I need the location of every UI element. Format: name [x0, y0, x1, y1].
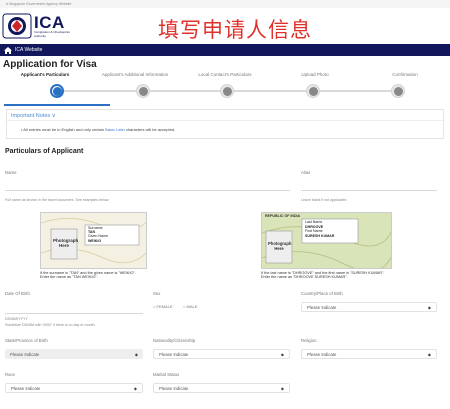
- notes-text-before: All entries must be in English and only …: [23, 127, 106, 132]
- caret-icon: ◆: [427, 304, 431, 310]
- marital-status-label: Marital Status: [153, 372, 180, 377]
- caret-icon: ◆: [280, 351, 284, 357]
- logo-subtitle: Immigration & Checkpoints Authority: [34, 30, 70, 38]
- overlay-title: 填写申请人信息: [158, 18, 312, 42]
- caret-icon: ◆: [133, 385, 137, 391]
- dob-input[interactable]: [5, 313, 143, 314]
- important-notes-toggle[interactable]: Important Notes ∨: [7, 110, 443, 121]
- passport-2-first-name: SURESH KUMAR: [305, 233, 335, 238]
- active-step-indicator: [4, 104, 110, 106]
- important-notes-title: Important Notes: [11, 113, 51, 119]
- chevron-down-icon: ∨: [51, 113, 56, 119]
- step-label-local-contact[interactable]: Local Contact's Particulars: [180, 72, 270, 77]
- progress-steps: Applicant's Particulars Applicant's Addi…: [0, 69, 450, 109]
- gov-agency-text: A Singapore Government Agency Website: [6, 2, 72, 6]
- sex-female-label: FEMALE: [156, 304, 173, 309]
- logo-text: ICA: [34, 13, 65, 32]
- passport-2-caption-line-2: Enter the name as "DHROOVE SURESH KUMAR"…: [261, 275, 348, 280]
- step-5-check-icon[interactable]: [391, 84, 405, 98]
- notes-text-after: characters will be accepted.: [124, 127, 176, 132]
- dob-label: Date Of Birth: [5, 291, 30, 296]
- caret-icon: ◆: [427, 351, 431, 357]
- caret-icon: ◆: [280, 385, 284, 391]
- page-title: Application for Visa: [3, 59, 97, 70]
- crest-icon: [2, 13, 32, 39]
- country-of-birth-value: Please Indicate: [307, 304, 337, 310]
- step-1-edit-icon[interactable]: [50, 84, 64, 98]
- religion-label: Religion: [301, 338, 317, 343]
- sex-female-radio[interactable]: ○ FEMALE: [153, 304, 173, 309]
- step-4-photo-icon[interactable]: [306, 84, 320, 98]
- passport-1-photo-text: Photograph Here: [53, 238, 79, 248]
- step-3-edit-icon[interactable]: [220, 84, 234, 98]
- step-label-additional-info[interactable]: Applicant's Additional Information: [90, 72, 180, 77]
- nav-ica-website-link[interactable]: ICA Website: [15, 47, 42, 53]
- nationality-select[interactable]: Please Indicate ◆: [153, 349, 290, 359]
- passport-1-caption: If the surname is "TAN" and the given na…: [40, 271, 136, 280]
- important-notes-panel: Important Notes ∨ • All entries must be …: [6, 109, 444, 139]
- country-of-birth-select[interactable]: Please Indicate ◆: [301, 302, 437, 312]
- race-value: Please Indicate: [11, 385, 41, 391]
- alias-hint: Leave blank if not applicable.: [301, 198, 348, 202]
- nav-bar: ICA Website: [0, 44, 450, 56]
- alias-input[interactable]: [301, 190, 437, 191]
- passport-example-1: Photograph Here Surname TAN Given Name W…: [40, 212, 147, 269]
- passport-1-field-label: Given Name: [88, 234, 108, 239]
- race-select[interactable]: Please Indicate ◆: [5, 383, 143, 393]
- passport-2-header: REPUBLIC OF INDIA: [265, 214, 301, 218]
- state-of-birth-label: State/Province of Birth: [5, 338, 48, 343]
- race-label: Race: [5, 372, 16, 377]
- sex-male-radio[interactable]: ○ MALE: [183, 304, 197, 309]
- step-label-upload-photo[interactable]: Upload Photo: [270, 72, 360, 77]
- passport-1-caption-line-2: Enter the name as "TAN WEIKIO".: [40, 275, 98, 280]
- country-of-birth-label: Country/Place of Birth: [301, 291, 343, 296]
- state-of-birth-value: Please Indicate: [10, 351, 40, 357]
- name-hint: Full name as shown in the travel documen…: [5, 198, 110, 202]
- passport-example-2: REPUBLIC OF INDIA Photograph Here Last N…: [261, 212, 392, 269]
- alias-label: Alias: [301, 170, 311, 175]
- state-of-birth-select[interactable]: Please Indicate ◆: [5, 349, 143, 359]
- nationality-label: Nationality/Citizenship: [153, 338, 196, 343]
- passport-1-given-name: WEIKIO: [88, 238, 102, 243]
- marital-status-select[interactable]: Please Indicate ◆: [153, 383, 290, 393]
- site-header: ICA Immigration & Checkpoints Authority …: [0, 8, 450, 44]
- passport-2-photo-text: Photograph Here: [268, 241, 292, 251]
- step-label-applicant-particulars[interactable]: Applicant's Particulars: [0, 72, 90, 77]
- step-label-confirmation[interactable]: Confirmation: [360, 72, 450, 77]
- dob-placeholder: DD/MM/YYYY: [5, 317, 28, 321]
- passport-2-caption: If the last name is "DHROOVE" and the fi…: [261, 271, 384, 280]
- religion-select[interactable]: Please Indicate ◆: [301, 349, 437, 359]
- name-input[interactable]: [5, 190, 290, 191]
- marital-status-value: Please Indicate: [159, 385, 189, 391]
- ica-logo[interactable]: ICA Immigration & Checkpoints Authority: [2, 13, 80, 39]
- important-notes-body: • All entries must be in English and onl…: [21, 127, 176, 132]
- basic-latin-link[interactable]: Basic Latin: [105, 127, 125, 132]
- name-label: Name: [5, 170, 17, 175]
- nationality-value: Please Indicate: [159, 351, 189, 357]
- step-2-edit-icon[interactable]: [136, 84, 150, 98]
- home-icon[interactable]: [4, 46, 12, 54]
- dob-hint: Substitute DD/MM with '0000' if there is…: [5, 323, 96, 327]
- sex-label: Sex: [153, 291, 161, 296]
- section-title: Particulars of Applicant: [5, 148, 84, 155]
- sex-male-label: MALE: [186, 304, 198, 309]
- caret-icon: ◆: [134, 351, 138, 357]
- religion-value: Please Indicate: [307, 351, 337, 357]
- gov-agency-strip: A Singapore Government Agency Website: [0, 0, 450, 8]
